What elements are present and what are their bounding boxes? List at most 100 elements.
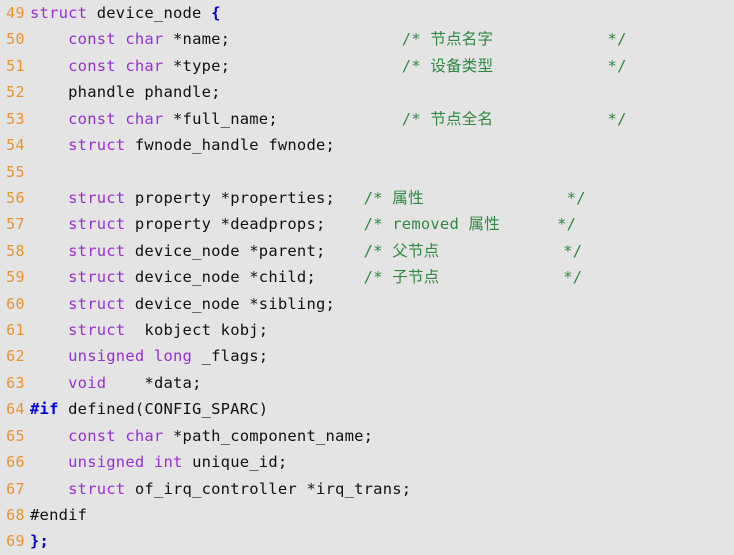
code-token-pp: #if bbox=[30, 400, 59, 419]
code-token-kw: void bbox=[68, 373, 107, 392]
code-token-plain: unique_id; bbox=[182, 453, 288, 472]
code-line[interactable]: 52 phandle phandle; bbox=[0, 79, 734, 105]
code-token-kw: struct bbox=[68, 241, 126, 260]
line-number: 68 bbox=[6, 506, 25, 525]
code-token-plain: phandle phandle; bbox=[30, 83, 221, 102]
code-token-plain: device_node *child; bbox=[125, 268, 316, 287]
code-token-plain: property *deadprops; bbox=[125, 215, 326, 234]
line-number: 53 bbox=[6, 109, 25, 128]
code-token-kw: struct bbox=[68, 188, 126, 207]
line-number: 57 bbox=[6, 215, 25, 234]
code-token-brace: { bbox=[211, 4, 221, 22]
code-token-plain: property *properties; bbox=[125, 188, 336, 207]
line-number: 50 bbox=[6, 30, 25, 49]
line-content: struct of_irq_controller *irq_trans; bbox=[30, 476, 411, 502]
code-line[interactable]: 60 struct device_node *sibling; bbox=[0, 291, 734, 317]
code-token-cmt: /* 设备类型 */ bbox=[401, 56, 627, 75]
code-token-kw: struct bbox=[68, 479, 126, 498]
code-line[interactable]: 59 struct device_node *child; /* 子节点 */ bbox=[0, 264, 734, 290]
code-token-cmt: /* removed 属性 */ bbox=[363, 215, 577, 234]
code-token-plain: #endif bbox=[30, 506, 88, 525]
code-line[interactable]: 68 #endif bbox=[0, 502, 734, 528]
code-token-cmt: /* 节点名字 */ bbox=[401, 30, 627, 49]
code-line[interactable]: 66 unsigned int unique_id; bbox=[0, 449, 734, 475]
line-content: struct property *properties; /* 属性 */ bbox=[30, 185, 586, 211]
code-token-brace: }; bbox=[30, 532, 50, 551]
code-token-plain: device_node *sibling; bbox=[125, 294, 336, 313]
line-content: struct device_node *child; /* 子节点 */ bbox=[30, 264, 582, 290]
code-line[interactable]: 54 struct fwnode_handle fwnode; bbox=[0, 132, 734, 158]
line-number: 66 bbox=[6, 453, 25, 472]
code-line[interactable]: 62 unsigned long _flags; bbox=[0, 343, 734, 369]
code-line[interactable]: 63 void *data; bbox=[0, 370, 734, 396]
code-token-cmt: /* 节点全名 */ bbox=[401, 109, 627, 128]
line-number: 61 bbox=[6, 321, 25, 340]
line-number: 62 bbox=[6, 347, 25, 366]
code-line[interactable]: 58 struct device_node *parent; /* 父节点 */ bbox=[0, 238, 734, 264]
code-token-plain: *type; bbox=[163, 56, 231, 75]
code-token-plain: *name; bbox=[163, 30, 231, 49]
code-token-kw: struct bbox=[68, 136, 126, 155]
code-token-kw: struct bbox=[68, 294, 126, 313]
line-content: const char *type; /* 设备类型 */ bbox=[30, 53, 627, 79]
code-line[interactable]: 55 bbox=[0, 159, 734, 185]
code-token-kw: const char bbox=[68, 56, 164, 75]
line-content: const char *name; /* 节点名字 */ bbox=[30, 26, 627, 52]
line-number: 69 bbox=[6, 532, 25, 551]
line-number: 63 bbox=[6, 373, 25, 392]
code-line[interactable]: 67 struct of_irq_controller *irq_trans; bbox=[0, 476, 734, 502]
code-line[interactable]: 53 const char *full_name; /* 节点全名 */ bbox=[0, 106, 734, 132]
code-token-kw: const char bbox=[68, 109, 164, 128]
code-token-kw: unsigned int bbox=[68, 453, 183, 472]
code-token-plain: defined(CONFIG_SPARC) bbox=[58, 400, 269, 419]
code-token-cmt: /* 子节点 */ bbox=[363, 268, 583, 287]
code-token-plain: of_irq_controller *irq_trans; bbox=[125, 479, 412, 498]
code-line[interactable]: 65 const char *path_component_name; bbox=[0, 423, 734, 449]
code-viewer[interactable]: 49 struct device_node {50 const char *nam… bbox=[0, 0, 734, 555]
line-content: unsigned int unique_id; bbox=[30, 449, 287, 475]
line-number: 60 bbox=[6, 294, 25, 313]
line-content: #if defined(CONFIG_SPARC) bbox=[30, 396, 268, 422]
line-content: unsigned long _flags; bbox=[30, 343, 268, 369]
line-number: 65 bbox=[6, 426, 25, 445]
code-token-cmt: /* 属性 */ bbox=[363, 188, 586, 207]
line-content: void *data; bbox=[30, 370, 202, 396]
code-line[interactable]: 49 struct device_node { bbox=[0, 0, 734, 26]
code-line[interactable]: 61 struct kobject kobj; bbox=[0, 317, 734, 343]
code-line[interactable]: 56 struct property *properties; /* 属性 */ bbox=[0, 185, 734, 211]
line-number: 64 bbox=[6, 400, 25, 419]
line-content: struct fwnode_handle fwnode; bbox=[30, 132, 335, 158]
code-token-kw: struct bbox=[68, 268, 126, 287]
line-number: 51 bbox=[6, 56, 25, 75]
code-line[interactable]: 57 struct property *deadprops; /* remove… bbox=[0, 211, 734, 237]
line-content: const char *path_component_name; bbox=[30, 423, 373, 449]
code-token-plain: device_node bbox=[87, 4, 212, 22]
code-token-plain: kobject kobj; bbox=[125, 321, 269, 340]
code-line[interactable]: 51 const char *type; /* 设备类型 */ bbox=[0, 53, 734, 79]
code-line[interactable]: 69}; bbox=[0, 528, 734, 554]
line-content: const char *full_name; /* 节点全名 */ bbox=[30, 106, 627, 132]
code-token-kw: const char bbox=[68, 426, 164, 445]
code-line[interactable]: 50 const char *name; /* 节点名字 */ bbox=[0, 26, 734, 52]
line-number: 52 bbox=[6, 83, 25, 102]
code-token-plain: fwnode_handle fwnode; bbox=[125, 136, 336, 155]
code-line[interactable]: 64 #if defined(CONFIG_SPARC) bbox=[0, 396, 734, 422]
